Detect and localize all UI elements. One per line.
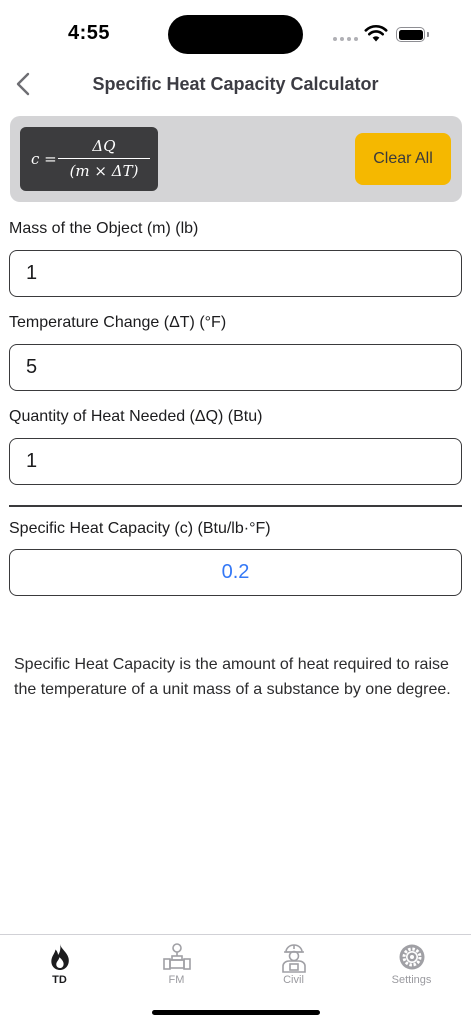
result-label: Specific Heat Capacity (c) (Btu/lb·°F)	[9, 520, 271, 537]
clear-all-button[interactable]: Clear All	[355, 133, 451, 185]
status-time: 4:55	[68, 22, 111, 44]
home-indicator	[152, 1010, 320, 1015]
temperature-change-label: Temperature Change (ΔT) (°F)	[9, 314, 227, 331]
page-title: Specific Heat Capacity Calculator	[92, 74, 379, 94]
status-bar: 4:55	[0, 0, 471, 68]
gear-icon	[398, 941, 426, 973]
flame-icon	[49, 941, 71, 973]
section-divider	[9, 505, 462, 507]
formula-lhs: c =	[31, 150, 57, 168]
formula-fraction-bar	[58, 158, 150, 159]
tab-td-label: TD	[52, 974, 67, 986]
temperature-change-input[interactable]: 5	[9, 344, 462, 391]
tab-fm[interactable]: FM	[118, 935, 235, 995]
dynamic-island	[168, 15, 303, 54]
tab-civil[interactable]: Civil	[235, 935, 352, 995]
battery-icon	[396, 27, 425, 42]
battery-cap	[427, 32, 429, 37]
formula-denominator: (m × ΔT)	[69, 162, 139, 180]
wifi-icon	[364, 24, 388, 47]
description-text: Specific Heat Capacity is the amount of …	[14, 656, 451, 698]
heat-quantity-input[interactable]: 1	[9, 438, 462, 485]
tab-civil-label: Civil	[283, 974, 304, 986]
pipe-valve-icon	[162, 941, 192, 973]
formula-card: c = ΔQ (m × ΔT)	[20, 127, 158, 191]
navigation-bar: Specific Heat Capacity Calculator	[0, 64, 471, 104]
result-output: 0.2	[9, 549, 462, 596]
cellular-signal-icon	[333, 37, 358, 41]
mass-input[interactable]: 1	[9, 250, 462, 297]
tab-fm-label: FM	[168, 974, 185, 986]
tab-settings-label: Settings	[391, 974, 432, 986]
formula-numerator: ΔQ	[92, 137, 116, 155]
heat-quantity-label: Quantity of Heat Needed (ΔQ) (Btu)	[9, 408, 263, 425]
mass-label: Mass of the Object (m) (lb)	[9, 220, 199, 237]
formula-banner: c = ΔQ (m × ΔT) Clear All	[10, 116, 462, 202]
tab-td[interactable]: TD	[1, 935, 118, 995]
worker-icon	[280, 941, 308, 973]
tab-settings[interactable]: Settings	[353, 935, 470, 995]
